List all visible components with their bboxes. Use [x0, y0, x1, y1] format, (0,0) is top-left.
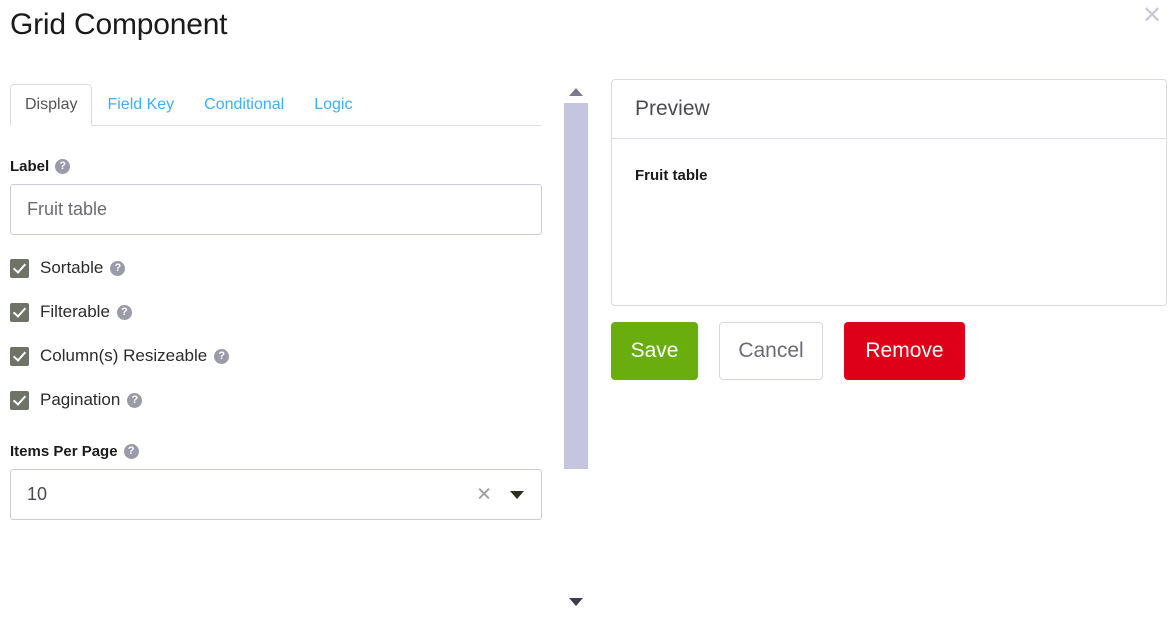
help-icon[interactable]: ?: [110, 260, 126, 276]
clear-icon[interactable]: ✕: [476, 485, 492, 504]
checkbox-columns-resizeable-label: Column(s) Resizeable ?: [40, 346, 230, 366]
help-icon[interactable]: ?: [116, 304, 132, 320]
chevron-down-icon[interactable]: [510, 490, 524, 499]
checkbox-sortable-label: Sortable ?: [40, 258, 126, 278]
settings-scrollbar[interactable]: [562, 82, 590, 610]
items-per-page-caption: Items Per Page ?: [10, 443, 545, 460]
label-field-group: Label ? Sortable ? Filterable ? Column(s…: [10, 158, 545, 520]
label-field-caption: Label ?: [10, 158, 545, 175]
preview-field-title: Fruit table: [635, 167, 708, 184]
label-field-text: Label: [10, 158, 50, 175]
items-per-page-text: Items Per Page: [10, 443, 118, 460]
checkbox-columns-resizeable-text: Column(s) Resizeable: [40, 346, 208, 365]
preview-title: Preview: [612, 80, 1166, 139]
preview-body: Fruit table: [612, 139, 1166, 184]
tab-display[interactable]: Display: [10, 83, 93, 126]
caret-down-icon[interactable]: [569, 598, 583, 606]
checkbox-row-pagination[interactable]: Pagination ?: [10, 389, 545, 411]
items-per-page-select[interactable]: 10: [10, 469, 542, 520]
help-icon[interactable]: ?: [214, 348, 230, 364]
checkbox-columns-resizeable[interactable]: [10, 346, 29, 366]
checkbox-row-filterable[interactable]: Filterable ?: [10, 301, 545, 323]
save-button[interactable]: Save: [611, 322, 698, 380]
checkbox-filterable[interactable]: [10, 302, 29, 322]
checkbox-filterable-text: Filterable: [40, 302, 110, 321]
page-title: Grid Component: [10, 8, 228, 41]
checkbox-pagination[interactable]: [10, 390, 29, 410]
tab-logic[interactable]: Logic: [299, 84, 367, 126]
items-per-page-value: 10: [27, 484, 48, 504]
close-icon[interactable]: ✕: [1139, 2, 1165, 30]
checkbox-sortable-text: Sortable: [40, 258, 104, 277]
help-icon[interactable]: ?: [127, 392, 143, 408]
cancel-button[interactable]: Cancel: [719, 322, 823, 380]
checkbox-row-sortable[interactable]: Sortable ?: [10, 257, 545, 279]
help-icon[interactable]: ?: [55, 159, 71, 174]
tab-bar: Display Field Key Conditional Logic: [10, 79, 541, 126]
checkbox-sortable[interactable]: [10, 258, 29, 278]
caret-up-icon[interactable]: [569, 88, 583, 96]
action-buttons: Save Cancel Remove: [611, 322, 965, 380]
remove-button[interactable]: Remove: [844, 322, 965, 380]
items-per-page-select-wrap: 10 ✕: [10, 469, 542, 520]
preview-panel: Preview Fruit table: [611, 79, 1167, 306]
tab-conditional[interactable]: Conditional: [189, 84, 299, 126]
checkbox-row-columns-resizeable[interactable]: Column(s) Resizeable ?: [10, 345, 545, 367]
help-icon[interactable]: ?: [123, 444, 139, 459]
scrollbar-thumb[interactable]: [564, 103, 588, 469]
label-input[interactable]: [10, 184, 542, 235]
checkbox-filterable-label: Filterable ?: [40, 302, 132, 322]
checkbox-pagination-text: Pagination: [40, 390, 121, 409]
tab-field-key[interactable]: Field Key: [92, 84, 189, 126]
settings-panel: Display Field Key Conditional Logic Labe…: [0, 79, 555, 618]
checkbox-pagination-label: Pagination ?: [40, 390, 143, 410]
